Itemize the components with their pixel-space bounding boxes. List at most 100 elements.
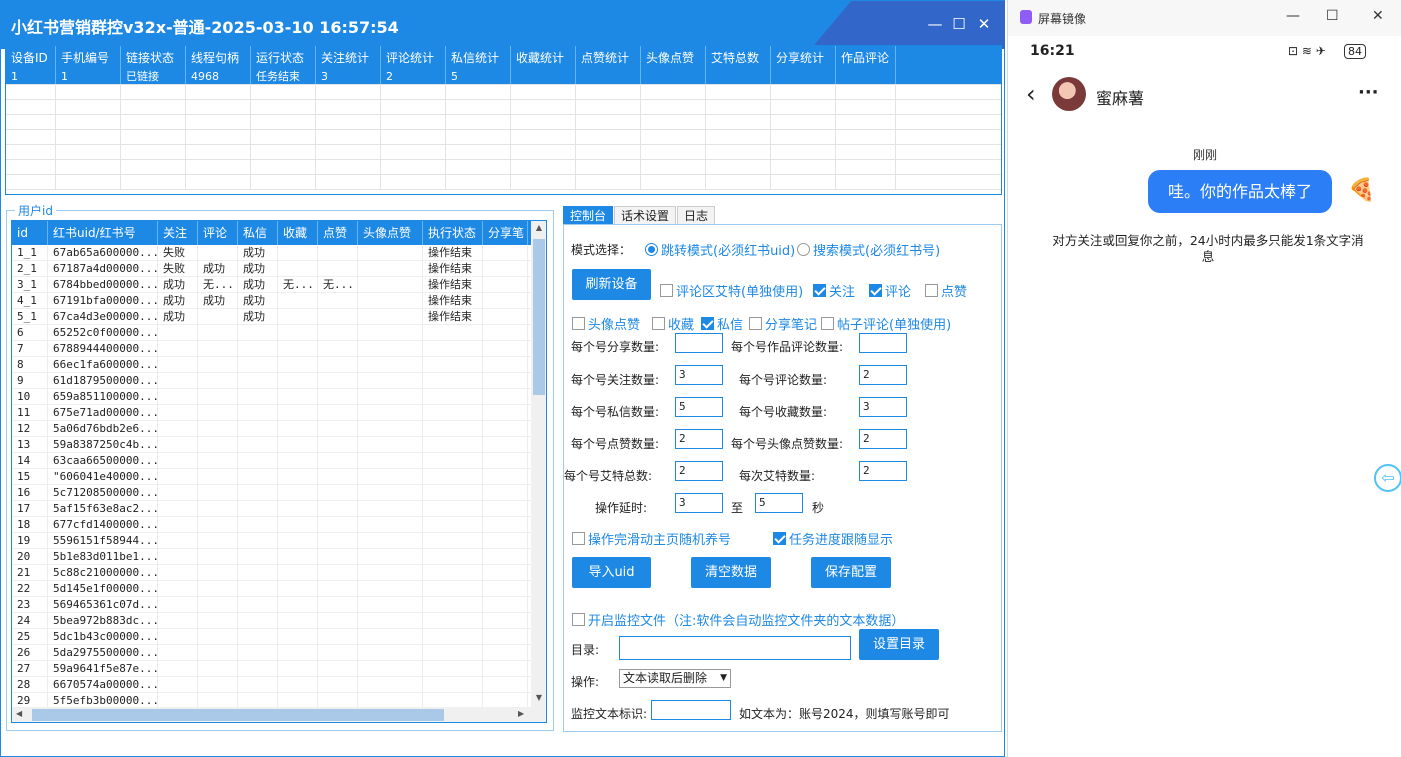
follow-checkbox[interactable]: 关注 <box>813 281 855 300</box>
table-row[interactable]: 17 5af15f63e8ac2... <box>12 501 546 517</box>
table-row[interactable]: 13 59a8387250c4b... <box>12 437 546 453</box>
table-row[interactable]: 6 65252c0f00000... <box>12 325 546 341</box>
back-icon[interactable]: ‹ <box>1026 80 1036 108</box>
table-row[interactable]: 25 5dc1b43c00000... <box>12 629 546 645</box>
delay-to-input[interactable]: 5 <box>755 493 803 513</box>
phone-maximize-button[interactable]: ☐ <box>1326 8 1339 24</box>
table-row[interactable]: 1_1 67ab65a600000... 失败 成功 操作结束 <box>12 245 546 261</box>
table-row[interactable] <box>6 175 1001 190</box>
device-grid-header-cell[interactable]: 点赞统计 <box>576 46 641 70</box>
user-grid-header-cell[interactable]: 执行状态 <box>423 221 483 245</box>
comment-checkbox[interactable]: 评论 <box>869 281 911 300</box>
table-row[interactable] <box>6 115 1001 130</box>
user-grid-header-cell[interactable]: 私信 <box>238 221 278 245</box>
table-row[interactable]: 9 61d1879500000... <box>12 373 546 389</box>
post-comment-checkbox[interactable]: 帖子评论(单独使用) <box>821 314 951 333</box>
tab-console[interactable]: 控制台 <box>563 206 614 225</box>
collect-count-input[interactable]: 3 <box>859 397 907 417</box>
table-row[interactable]: 26 5da2975500000... <box>12 645 546 661</box>
delay-from-input[interactable]: 3 <box>675 493 723 513</box>
table-row[interactable]: 15 "606041e40000... <box>12 469 546 485</box>
table-row[interactable] <box>6 160 1001 175</box>
comment-at-checkbox[interactable]: 评论区艾特(单独使用) <box>660 281 803 300</box>
table-row[interactable] <box>6 100 1001 115</box>
device-grid-header-cell[interactable]: 作品评论 <box>836 46 896 70</box>
scroll-down-icon[interactable]: ▼ <box>531 693 546 702</box>
mode-search-radio[interactable]: 搜索模式(必须红书号) <box>797 240 940 259</box>
device-grid-header-cell[interactable]: 评论统计 <box>381 46 446 70</box>
user-grid-header-cell[interactable]: 红书uid/红书号 <box>48 221 158 245</box>
phone-minimize-button[interactable]: — <box>1286 8 1300 24</box>
collect-checkbox[interactable]: 收藏 <box>652 314 694 333</box>
table-row[interactable]: 16 5c71208500000... <box>12 485 546 501</box>
device-grid-header-cell[interactable]: 收藏统计 <box>511 46 576 70</box>
table-row[interactable]: 8 66ec1fa600000... <box>12 357 546 373</box>
scroll-left-icon[interactable]: ◀ <box>16 709 22 718</box>
table-row[interactable]: 20 5b1e83d011be1... <box>12 549 546 565</box>
comment-count-input[interactable]: 2 <box>859 365 907 385</box>
table-row[interactable]: 28 6670574a00000... <box>12 677 546 693</box>
vertical-scroll-thumb[interactable] <box>533 239 545 395</box>
table-row[interactable]: 2_1 67187a4d00000... 失败 成功 成功 操作结束 <box>12 261 546 277</box>
table-row[interactable]: 14 63caa66500000... <box>12 453 546 469</box>
dm-count-input[interactable]: 5 <box>675 397 723 417</box>
table-row[interactable]: 19 5596151f58944... <box>12 533 546 549</box>
set-dir-button[interactable]: 设置目录 <box>859 629 939 660</box>
table-row[interactable]: 11 675e71ad00000... <box>12 405 546 421</box>
table-row[interactable]: 4_1 67191bfa00000... 成功 成功 成功 操作结束 <box>12 293 546 309</box>
mode-jump-radio[interactable]: 跳转模式(必须红书uid) <box>645 240 795 259</box>
monitor-id-input[interactable] <box>651 700 731 720</box>
table-row[interactable]: 18 677cfd1400000... <box>12 517 546 533</box>
table-row[interactable]: 23 569465361c07d... <box>12 597 546 613</box>
share-count-input[interactable] <box>675 333 723 353</box>
device-grid-header-cell[interactable]: 关注统计 <box>316 46 381 70</box>
user-grid-header-cell[interactable]: 头像点赞 <box>358 221 423 245</box>
table-row[interactable]: 3_1 6784bbed00000... 成功 无... 成功 无... 无... 操作结束 <box>12 277 546 293</box>
scroll-right-icon[interactable]: ▶ <box>518 709 524 718</box>
device-grid-header-cell[interactable]: 设备ID <box>6 46 56 70</box>
follow-count-input[interactable]: 3 <box>675 365 723 385</box>
minimize-button[interactable]: — <box>925 15 945 33</box>
refresh-devices-button[interactable]: 刷新设备 <box>572 269 651 300</box>
tab-log[interactable]: 日志 <box>677 206 716 225</box>
progress-checkbox[interactable]: 任务进度跟随显示 <box>773 529 893 548</box>
like-checkbox[interactable]: 点赞 <box>925 281 967 300</box>
phone-title-bar[interactable]: 屏幕镜像 — ☐ ✕ <box>1008 0 1401 36</box>
avatar-like-count-input[interactable]: 2 <box>859 429 907 449</box>
title-bar[interactable]: 小红书营销群控v32x-普通-2025-03-10 16:57:54 — ☐ ✕ <box>1 1 1005 49</box>
scroll-up-icon[interactable]: ▲ <box>531 223 546 232</box>
device-grid-header-cell[interactable]: 艾特总数 <box>706 46 771 70</box>
table-row[interactable]: 12 5a06d76bdb2e6... <box>12 421 546 437</box>
scroll-home-checkbox[interactable]: 操作完滑动主页随机养号 <box>572 529 731 548</box>
user-grid-header-cell[interactable]: 点赞 <box>318 221 358 245</box>
device-grid-header-cell[interactable]: 私信统计 <box>446 46 511 70</box>
table-row[interactable] <box>6 85 1001 100</box>
share-checkbox[interactable]: 分享笔记 <box>749 314 817 333</box>
operation-select[interactable]: 文本读取后删除 ▼ <box>619 669 731 688</box>
table-row[interactable]: 1 1 已链接 4968 任务结束 3 2 5 <box>6 70 1001 85</box>
dm-checkbox[interactable]: 私信 <box>701 314 743 333</box>
dir-input[interactable] <box>619 636 851 660</box>
like-count-input[interactable]: 2 <box>675 429 723 449</box>
user-grid-header-cell[interactable]: 评论 <box>198 221 238 245</box>
side-arrow-icon[interactable]: ⇦ <box>1374 464 1401 492</box>
maximize-button[interactable]: ☐ <box>949 15 969 33</box>
device-grid-header-cell[interactable]: 手机编号 <box>56 46 121 70</box>
table-row[interactable] <box>6 130 1001 145</box>
work-comment-input[interactable] <box>859 333 907 353</box>
user-grid-header-cell[interactable]: id <box>12 221 48 245</box>
tab-script[interactable]: 话术设置 <box>614 206 677 225</box>
device-grid-header-cell[interactable]: 分享统计 <box>771 46 836 70</box>
table-row[interactable]: 22 5d145e1f00000... <box>12 581 546 597</box>
table-row[interactable]: 21 5c88c21000000... <box>12 565 546 581</box>
avatar-like-checkbox[interactable]: 头像点赞 <box>572 314 640 333</box>
table-row[interactable]: 24 5bea972b883dc... <box>12 613 546 629</box>
user-grid-header-cell[interactable]: 收藏 <box>278 221 318 245</box>
save-config-button[interactable]: 保存配置 <box>811 557 891 588</box>
close-button[interactable]: ✕ <box>974 15 994 33</box>
message-bubble[interactable]: 哇。你的作品太棒了 <box>1148 170 1332 213</box>
user-grid[interactable]: id 红书uid/红书号 关注 评论 私信 收藏 点赞 头像点赞 执行状态 分享笔 1_1 67ab… <box>11 220 547 723</box>
more-icon[interactable]: ··· <box>1358 82 1379 103</box>
monitor-file-checkbox[interactable]: 开启监控文件（注:软件会自动监控文件夹的文本数据） <box>572 610 904 629</box>
table-row[interactable] <box>6 145 1001 160</box>
